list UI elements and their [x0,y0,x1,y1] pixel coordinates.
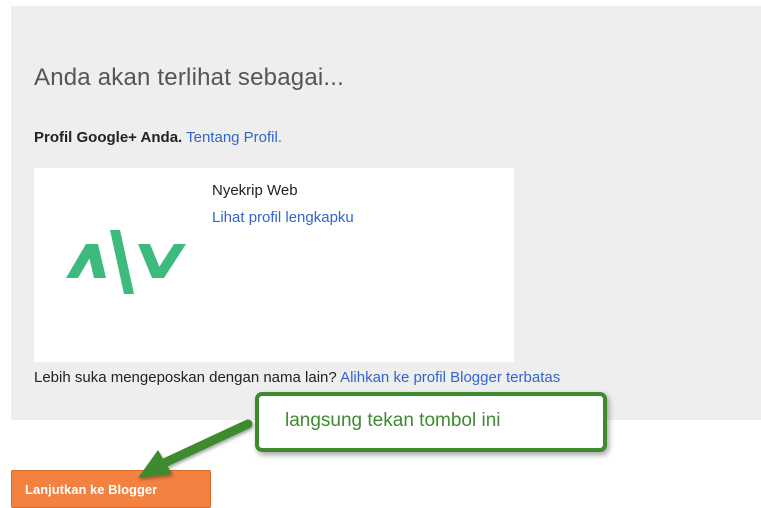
profile-name: Nyekrip Web [212,182,298,199]
view-full-profile-link[interactable]: Lihat profil lengkapku [212,209,354,226]
annotation-callout: langsung tekan tombol ini [255,392,607,452]
blogger-profile-page: Anda akan terlihat sebagai... Profil Goo… [0,0,761,508]
profile-logo-icon [66,230,186,294]
annotation-arrow-icon [138,419,253,478]
profile-type-line: Profil Google+ Anda. Tentang Profil. [34,129,282,146]
profile-type-label: Profil Google+ Anda. [34,129,183,146]
section-heading: Anda akan terlihat sebagai... [34,64,345,91]
profile-card: Nyekrip Web Lihat profil lengkapku [34,168,514,362]
alternate-name-line: Lebih suka mengeposkan dengan nama lain?… [34,369,560,386]
alternate-name-prompt: Lebih suka mengeposkan dengan nama lain? [34,369,337,386]
about-profile-link[interactable]: Tentang Profil. [186,129,282,146]
annotation-callout-text: langsung tekan tombol ini [285,410,501,431]
switch-to-blogger-profile-link[interactable]: Alihkan ke profil Blogger terbatas [340,369,560,386]
